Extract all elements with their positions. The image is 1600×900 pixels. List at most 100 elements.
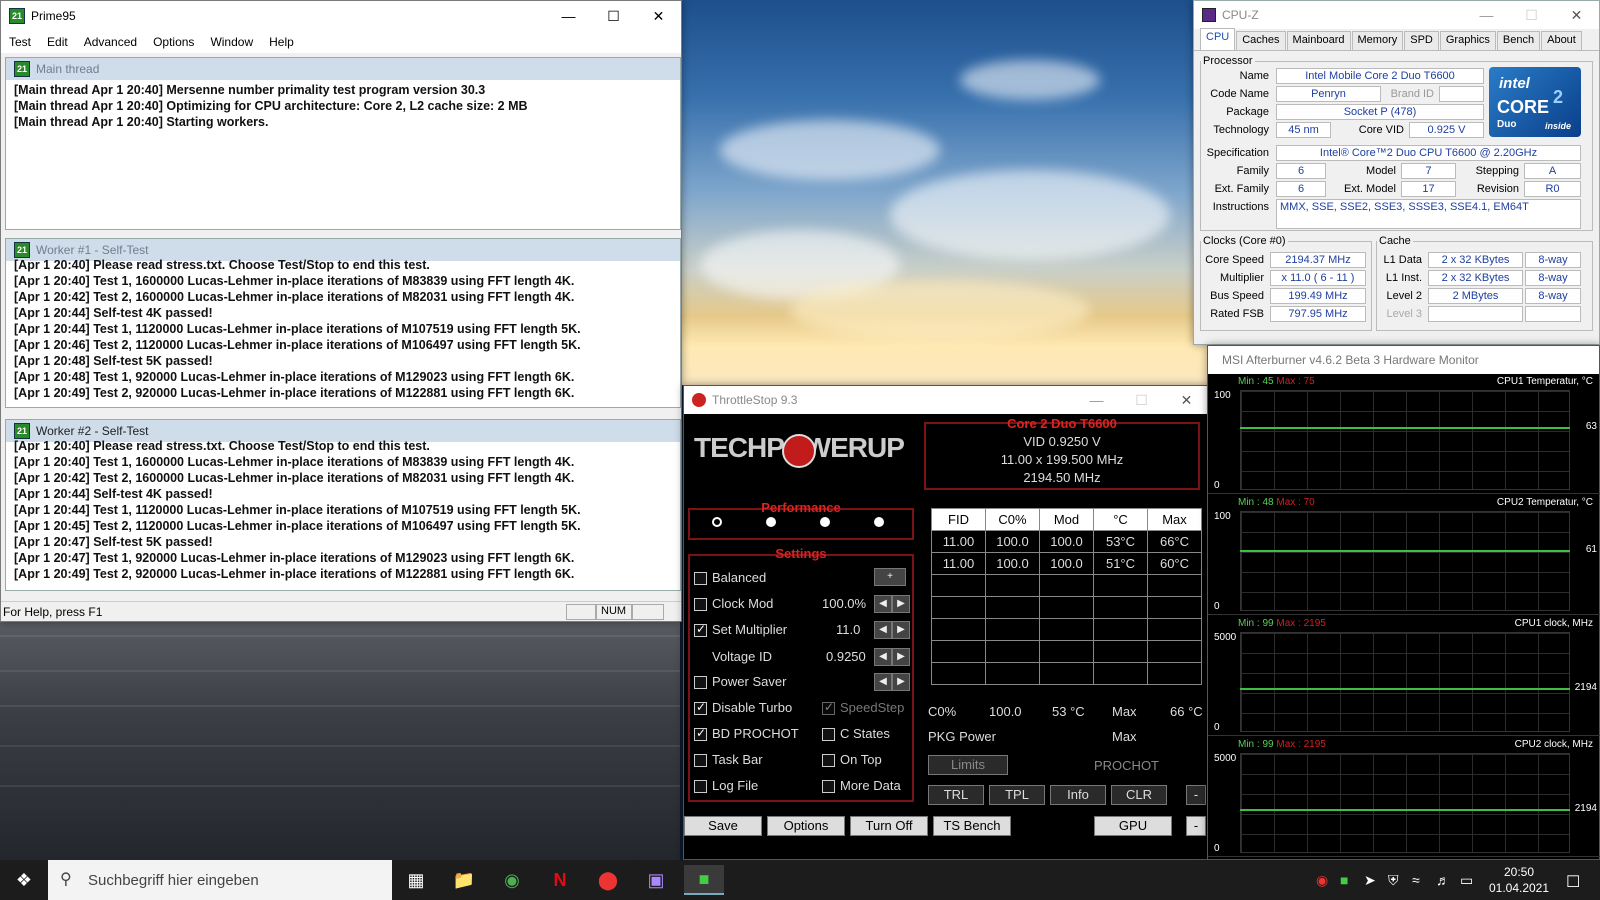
more-data-checkbox[interactable] bbox=[822, 780, 835, 793]
maximize-icon[interactable]: ☐ bbox=[591, 1, 636, 31]
log-file-checkbox[interactable] bbox=[694, 780, 707, 793]
prime95-taskbar-icon[interactable]: ■ bbox=[684, 865, 724, 895]
clr-button[interactable]: CLR bbox=[1111, 785, 1167, 805]
disable-turbo-checkbox[interactable] bbox=[694, 700, 707, 715]
tab-graphics[interactable]: Graphics bbox=[1439, 31, 1496, 50]
maximize-icon[interactable]: ☐ bbox=[1119, 385, 1164, 415]
profile-radio-3[interactable] bbox=[820, 517, 830, 527]
tpl-button[interactable]: TPL bbox=[989, 785, 1045, 805]
options-button[interactable]: Options bbox=[767, 816, 845, 836]
wifi-icon[interactable]: ≈ bbox=[1412, 872, 1420, 888]
multiplier-down[interactable]: ◀ bbox=[874, 621, 892, 639]
netflix-icon[interactable]: N bbox=[540, 865, 580, 895]
maximize-icon[interactable]: ☐ bbox=[1509, 0, 1554, 30]
menu-window[interactable]: Window bbox=[202, 35, 261, 49]
main-thread-log[interactable]: [Main thread Apr 1 20:40] Mersenne numbe… bbox=[6, 80, 680, 132]
cpuz-titlebar[interactable]: CPU-Z — ☐ ✕ bbox=[1194, 1, 1599, 29]
close-icon[interactable]: ✕ bbox=[1164, 385, 1209, 415]
menu-advanced[interactable]: Advanced bbox=[76, 35, 145, 49]
worker2-log[interactable]: [Apr 1 20:40] Please read stress.txt. Ch… bbox=[6, 436, 680, 584]
clock-mod-checkbox[interactable] bbox=[694, 598, 707, 611]
turn-off-button[interactable]: Turn Off bbox=[850, 816, 928, 836]
worker1-window[interactable]: 21 Worker #1 - Self-Test [Apr 1 20:40] Pl… bbox=[5, 238, 681, 408]
task-bar-checkbox[interactable] bbox=[694, 754, 707, 767]
tab-cpu[interactable]: CPU bbox=[1200, 28, 1236, 50]
clock-mod-up[interactable]: ▶ bbox=[892, 595, 910, 613]
pointer-tray-icon[interactable]: ➤ bbox=[1364, 872, 1376, 889]
cpuz-window[interactable]: CPU-Z — ☐ ✕ CPU Caches Mainboard Memory … bbox=[1193, 0, 1600, 345]
speedstep-checkbox[interactable] bbox=[822, 700, 835, 715]
prime95-statusbar: For Help, press F1 NUM bbox=[1, 601, 681, 621]
menu-options[interactable]: Options bbox=[145, 35, 202, 49]
clock-date[interactable]: 01.04.2021 bbox=[1484, 881, 1554, 895]
worker2-window[interactable]: 21 Worker #2 - Self-Test [Apr 1 20:40] Pl… bbox=[5, 419, 681, 591]
add-button[interactable]: + bbox=[874, 568, 906, 586]
save-button[interactable]: Save bbox=[684, 816, 762, 836]
afterburner-titlebar[interactable]: MSI Afterburner v4.6.2 Beta 3 Hardware M… bbox=[1208, 346, 1599, 374]
tab-bench[interactable]: Bench bbox=[1496, 31, 1541, 50]
bd-prochot-checkbox[interactable] bbox=[694, 726, 707, 741]
prime95-window[interactable]: 21 Prime95 — ☐ ✕ Test Edit Advanced Opti… bbox=[0, 0, 682, 622]
gpu-button[interactable]: GPU bbox=[1094, 816, 1172, 836]
cell-max: 66°C bbox=[1147, 530, 1202, 553]
close-icon[interactable]: ✕ bbox=[1554, 0, 1599, 30]
tab-spd[interactable]: SPD bbox=[1404, 31, 1439, 50]
menu-test[interactable]: Test bbox=[1, 35, 39, 49]
power-saver-checkbox[interactable] bbox=[694, 676, 707, 689]
on-top-checkbox[interactable] bbox=[822, 754, 835, 767]
shield-icon[interactable]: ⛨ bbox=[1388, 872, 1399, 889]
prime95-titlebar[interactable]: 21 Prime95 — ☐ ✕ bbox=[1, 1, 681, 31]
multiplier-up[interactable]: ▶ bbox=[892, 621, 910, 639]
balanced-checkbox[interactable] bbox=[694, 572, 707, 585]
tab-memory[interactable]: Memory bbox=[1351, 31, 1404, 50]
cpuz-taskbar-icon[interactable]: ▣ bbox=[636, 865, 676, 895]
worker1-log[interactable]: [Apr 1 20:40] Please read stress.txt. Ch… bbox=[6, 255, 680, 403]
main-thread-titlebar[interactable]: 21 Main thread bbox=[6, 58, 680, 80]
ts-bench-button[interactable]: TS Bench bbox=[933, 816, 1011, 836]
prime95-tray-icon[interactable]: ■ bbox=[1340, 872, 1348, 888]
battery-icon[interactable]: ▭ bbox=[1460, 872, 1473, 889]
minimize-icon[interactable]: — bbox=[1464, 0, 1509, 30]
afterburner-window[interactable]: MSI Afterburner v4.6.2 Beta 3 Hardware M… bbox=[1207, 345, 1600, 860]
close-icon[interactable]: ✕ bbox=[636, 1, 681, 31]
main-thread-window[interactable]: 21 Main thread [Main thread Apr 1 20:40] … bbox=[5, 57, 681, 230]
collapse-button[interactable]: - bbox=[1186, 816, 1206, 836]
throttlestop-taskbar-icon[interactable]: ⬤ bbox=[588, 865, 628, 895]
profile-radio-1[interactable] bbox=[712, 517, 722, 527]
minimize-icon[interactable]: — bbox=[1074, 385, 1119, 415]
tab-caches[interactable]: Caches bbox=[1236, 31, 1286, 50]
collapse-button[interactable]: - bbox=[1186, 785, 1206, 805]
task-view-icon[interactable]: ▦ bbox=[396, 865, 436, 895]
log-line: [Apr 1 20:48] Test 1, 920000 Lucas-Lehme… bbox=[14, 370, 575, 384]
monitor-graph: Min : 45 Max : 75 CPU1 Temperatur, °C 100 0… bbox=[1208, 374, 1600, 494]
voltage-up[interactable]: ▶ bbox=[892, 648, 910, 666]
tab-about[interactable]: About bbox=[1541, 31, 1582, 50]
throttlestop-window[interactable]: ThrottleStop 9.3 — ☐ ✕ TECHPOWERUP Core … bbox=[683, 385, 1210, 860]
tab-mainboard[interactable]: Mainboard bbox=[1286, 31, 1351, 50]
windows-start-icon[interactable]: ❖ bbox=[4, 865, 44, 895]
notifications-icon[interactable]: ☐ bbox=[1566, 872, 1580, 892]
file-explorer-icon[interactable]: 📁 bbox=[444, 865, 484, 895]
prime95-title: Prime95 bbox=[31, 9, 76, 23]
power-saver-up[interactable]: ▶ bbox=[892, 673, 910, 691]
profile-radio-2[interactable] bbox=[766, 517, 776, 527]
voltage-down[interactable]: ◀ bbox=[874, 648, 892, 666]
power-saver-down[interactable]: ◀ bbox=[874, 673, 892, 691]
throttlestop-titlebar[interactable]: ThrottleStop 9.3 — ☐ ✕ bbox=[684, 386, 1209, 414]
trl-button[interactable]: TRL bbox=[928, 785, 984, 805]
info-button[interactable]: Info bbox=[1050, 785, 1106, 805]
clock-mod-down[interactable]: ◀ bbox=[874, 595, 892, 613]
menu-help[interactable]: Help bbox=[261, 35, 302, 49]
throttlestop-tray-icon[interactable]: ◉ bbox=[1316, 872, 1328, 889]
chrome-icon[interactable]: ◉ bbox=[492, 865, 532, 895]
minimize-icon[interactable]: — bbox=[546, 1, 591, 31]
menu-edit[interactable]: Edit bbox=[39, 35, 76, 49]
set-multiplier-checkbox[interactable] bbox=[694, 622, 707, 637]
c-states-checkbox[interactable] bbox=[822, 728, 835, 741]
profile-radio-4[interactable] bbox=[874, 517, 884, 527]
ext-model-label: Ext. Model bbox=[1344, 183, 1396, 195]
volume-icon[interactable]: ♬ bbox=[1436, 872, 1450, 888]
search-box[interactable]: ⚲ Suchbegriff hier eingeben bbox=[48, 860, 392, 900]
limits-button[interactable]: Limits bbox=[928, 755, 1008, 775]
clock-time[interactable]: 20:50 bbox=[1484, 865, 1554, 879]
